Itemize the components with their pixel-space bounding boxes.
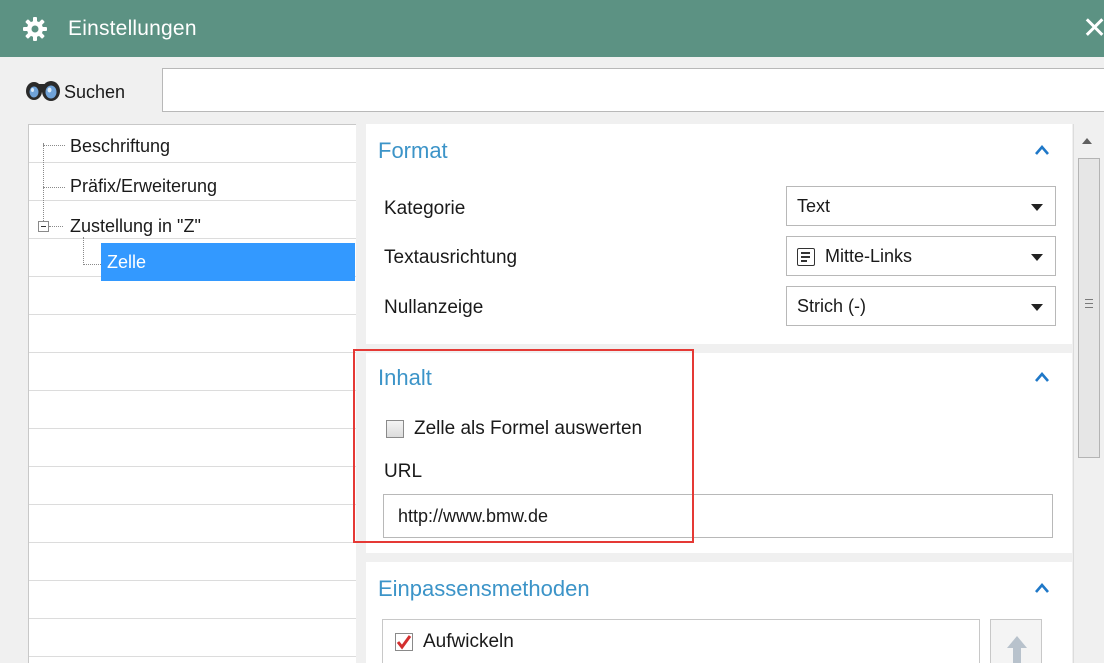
nullanzeige-value: Strich (-) <box>797 296 866 316</box>
scroll-thumb[interactable] <box>1078 158 1100 458</box>
search-label: Suchen <box>64 82 126 102</box>
tree-connector <box>83 264 101 265</box>
chevron-down-icon <box>1031 204 1043 211</box>
tree-row <box>29 277 357 315</box>
settings-tree: Beschriftung Präfix/Erweiterung Zustellu… <box>28 124 357 663</box>
tree-row <box>29 429 357 467</box>
section-title-einpassensmethoden: Einpassensmethoden <box>378 576 590 601</box>
tree-row <box>29 543 357 581</box>
tree-row <box>29 353 357 391</box>
aufwickeln-label: Aufwickeln <box>423 631 514 652</box>
search-input[interactable] <box>162 68 1104 112</box>
tree-row <box>29 505 357 543</box>
align-left-icon <box>797 248 815 266</box>
collapse-chevron-icon[interactable] <box>1034 144 1050 156</box>
tree-row <box>29 391 357 429</box>
arrow-up-icon <box>1007 636 1027 663</box>
tree-item-zustellung[interactable]: Zustellung in "Z" <box>70 207 201 245</box>
tree-row <box>29 315 357 353</box>
tree-item-beschriftung[interactable]: Beschriftung <box>70 127 170 165</box>
collapse-chevron-icon[interactable] <box>1034 371 1050 383</box>
collapse-chevron-icon[interactable] <box>1034 582 1050 594</box>
scroll-up-arrow-icon[interactable] <box>1082 138 1092 144</box>
title-bar: Einstellungen ✕ <box>0 0 1104 57</box>
chevron-down-icon <box>1031 254 1043 261</box>
highlight-box <box>353 349 694 543</box>
tree-connector <box>43 143 44 221</box>
aufwickeln-checkbox[interactable] <box>395 633 413 651</box>
gear-icon <box>23 17 47 41</box>
chevron-down-icon <box>1031 304 1043 311</box>
tree-row <box>29 619 357 657</box>
section-title-format: Format <box>378 138 448 163</box>
textausrichtung-value: Mitte-Links <box>825 246 913 266</box>
kategorie-dropdown[interactable]: Text <box>786 186 1056 226</box>
fit-methods-list: Aufwickeln <box>382 619 980 663</box>
binoculars-icon <box>26 81 60 101</box>
tree-row <box>29 581 357 619</box>
textausrichtung-dropdown[interactable]: Mitte-Links <box>786 236 1056 276</box>
tree-connector <box>49 226 63 227</box>
collapse-icon[interactable] <box>38 221 49 232</box>
move-up-button[interactable] <box>990 619 1042 663</box>
format-section: Format Kategorie Text Textausrichtung Mi… <box>366 124 1072 344</box>
tree-connector <box>43 187 65 188</box>
kategorie-label: Kategorie <box>384 198 466 219</box>
window-title: Einstellungen <box>68 17 197 40</box>
nullanzeige-dropdown[interactable]: Strich (-) <box>786 286 1056 326</box>
tree-row <box>29 467 357 505</box>
nullanzeige-label: Nullanzeige <box>384 297 484 318</box>
checkmark-icon <box>396 635 412 650</box>
vertical-scrollbar[interactable] <box>1073 124 1104 663</box>
tree-item-praefix[interactable]: Präfix/Erweiterung <box>70 167 217 205</box>
tree-item-zelle[interactable]: Zelle <box>101 243 355 281</box>
textausrichtung-label: Textausrichtung <box>384 247 518 268</box>
tree-connector <box>43 145 65 146</box>
close-icon[interactable]: ✕ <box>1082 14 1104 44</box>
kategorie-value: Text <box>797 196 831 216</box>
